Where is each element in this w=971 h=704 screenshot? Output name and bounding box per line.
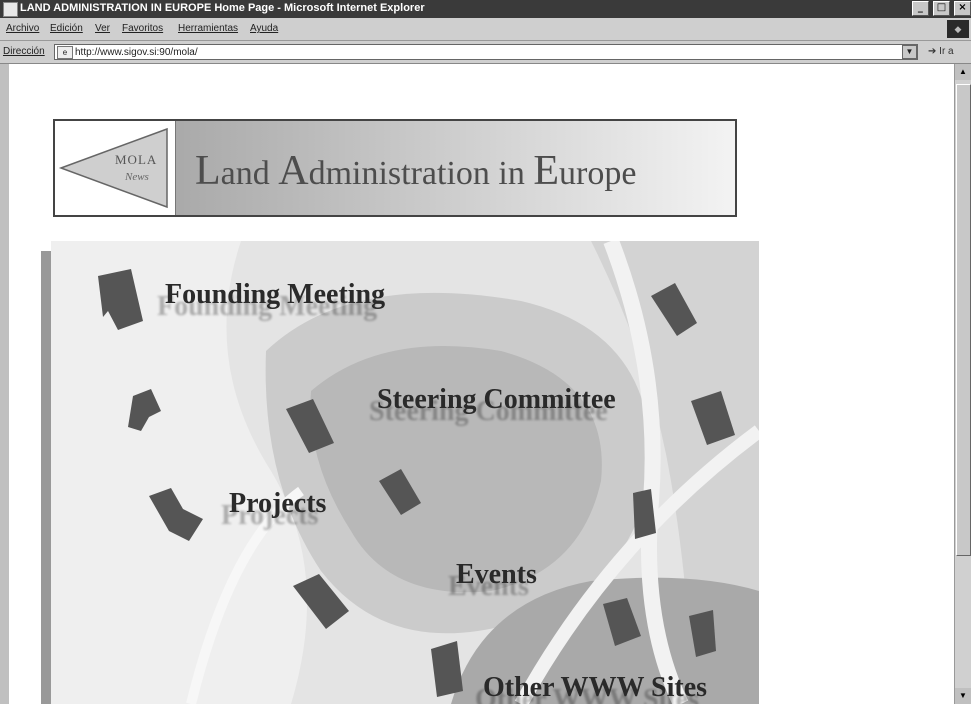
menu-edicion[interactable]: Edición (50, 23, 83, 34)
founding-meeting-link[interactable]: Founding Meeting (165, 279, 385, 311)
menu-favoritos[interactable]: Favoritos (122, 23, 163, 34)
go-button[interactable]: ➔ Ir a (928, 46, 954, 57)
scroll-down-icon[interactable]: ▼ (955, 688, 971, 704)
menu-ver[interactable]: Ver (95, 23, 110, 34)
events-link[interactable]: Events (456, 559, 537, 591)
menu-ayuda[interactable]: Ayuda (250, 23, 278, 34)
menu-archivo[interactable]: Archivo (6, 23, 39, 34)
mola-news-logo: MOLA News (55, 121, 176, 215)
address-field[interactable]: e (54, 44, 918, 60)
page-title: Land Administration in Europe (195, 148, 637, 194)
dropdown-icon[interactable]: ▼ (902, 45, 917, 59)
logo-text-news: News (125, 171, 149, 183)
go-label: Ir a (939, 46, 954, 57)
other-www-sites-link[interactable]: Other WWW Sites (483, 672, 707, 704)
vertical-scrollbar[interactable]: ▲ ▼ (954, 64, 971, 704)
scroll-up-icon[interactable]: ▲ (955, 64, 971, 80)
steering-committee-link[interactable]: Steering Committee (377, 384, 616, 416)
scrollbar-thumb[interactable] (956, 84, 971, 556)
page-content: MOLA News Land Administration in Europe (9, 64, 955, 704)
window-controls: _ □ × (911, 1, 971, 17)
navigation-map: Founding Meeting Steering Committee Proj… (51, 241, 759, 704)
maximize-button[interactable]: □ (932, 1, 950, 16)
ie-throbber-icon: ◆ (947, 20, 969, 38)
address-label: Dirección (3, 46, 45, 57)
minimize-button[interactable]: _ (911, 1, 929, 16)
projects-link[interactable]: Projects (229, 488, 326, 520)
banner[interactable]: MOLA News Land Administration in Europe (53, 119, 737, 217)
menu-bar: Archivo Edición Ver Favoritos Herramient… (0, 18, 971, 41)
close-button[interactable]: × (954, 1, 971, 16)
menu-herramientas[interactable]: Herramientas (178, 23, 238, 34)
address-bar: Dirección e ▼ ➔ Ir a (0, 41, 971, 64)
ie-app-icon[interactable] (3, 2, 18, 17)
go-arrow-icon: ➔ (928, 46, 937, 57)
logo-text-mola: MOLA (115, 152, 158, 167)
window-title: LAND ADMINISTRATION IN EUROPE Home Page … (20, 2, 425, 14)
map-background (51, 241, 759, 704)
title-bar: LAND ADMINISTRATION IN EUROPE Home Page … (0, 0, 971, 18)
page-icon: e (57, 46, 73, 59)
address-input[interactable] (75, 45, 905, 59)
